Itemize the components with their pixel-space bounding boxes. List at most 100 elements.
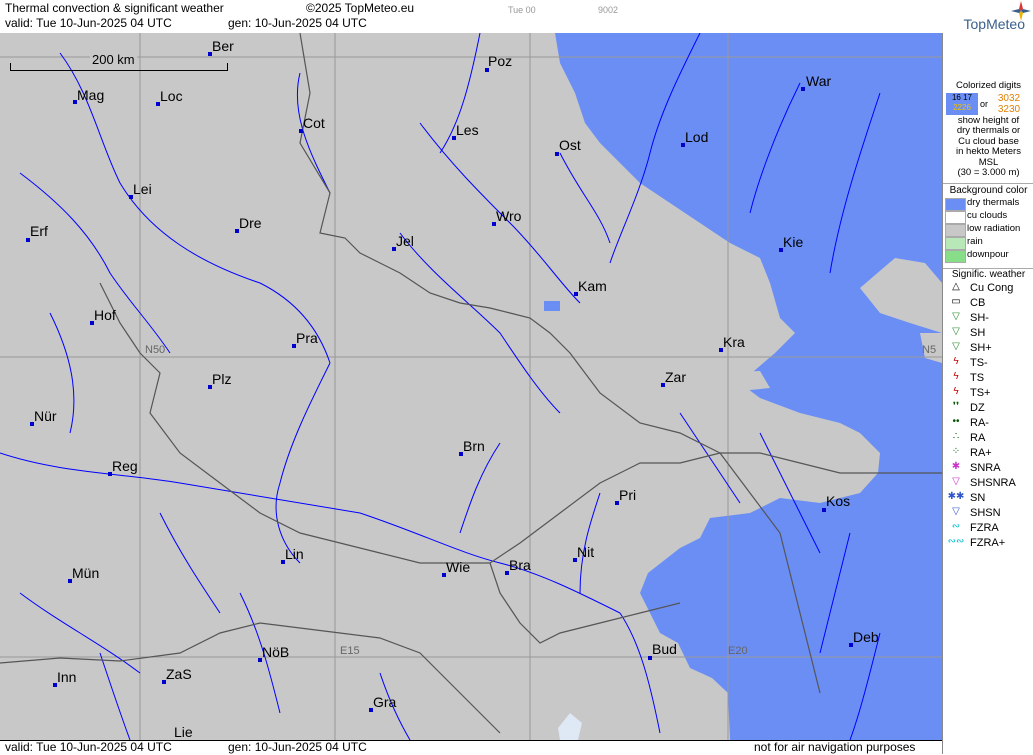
map-code: 9002: [598, 5, 619, 15]
colorized-digits-section: Colorized digits 16 17 2226 or 3032 3230…: [943, 80, 1033, 179]
weather-legend-item: ▭ CB: [943, 296, 1033, 311]
showers-light-icon: ▽: [952, 310, 960, 322]
city-marker: [801, 87, 805, 91]
city-label: Dre: [239, 215, 262, 231]
snow-rain-showers-icon: ▽: [952, 475, 960, 487]
map-title: Thermal convection & significant weather: [5, 1, 224, 15]
bg-legend-label: cu clouds: [967, 209, 1008, 221]
map-footer: valid: Tue 10-Jun-2025 04 UTC gen: 10-Ju…: [0, 740, 942, 755]
city-label: Reg: [112, 458, 138, 474]
weather-legend-label: TS: [970, 371, 985, 384]
city-label: Poz: [488, 53, 513, 69]
bg-legend-item: rain: [943, 235, 1033, 250]
snow-rain-icon: ✱: [951, 460, 961, 472]
city-label: Ost: [559, 137, 581, 153]
weather-legend-item: △ Cu Cong: [943, 281, 1033, 296]
weather-legend-label: TS+: [970, 386, 991, 399]
rain-heavy-icon: ⁘: [951, 445, 961, 457]
navigation-disclaimer: not for air navigation purposes: [754, 740, 916, 754]
footer-generated-time: gen: 10-Jun-2025 04 UTC: [228, 740, 367, 754]
weather-legend-label: CB: [970, 296, 986, 309]
colorized-digits-title: Colorized digits: [956, 80, 1021, 91]
city-label: Plz: [212, 371, 232, 387]
city-label: Hof: [94, 307, 116, 323]
bg-legend-label: low radiation: [967, 222, 1021, 234]
city-label: Mag: [77, 87, 105, 103]
city-label: Inn: [57, 669, 77, 685]
city-label: Bra: [509, 557, 531, 573]
city-label: Zar: [665, 369, 686, 385]
freezing-rain-heavy-icon: ∾∾: [947, 535, 965, 547]
weather-legend-item: ∾∾ FZRA+: [943, 536, 1033, 551]
bg-legend-item: low radiation: [943, 222, 1033, 237]
thunderstorm-icon: ϟ: [953, 370, 959, 382]
weather-legend-item: ϟ TS-: [943, 356, 1033, 371]
color-swatch: [945, 249, 966, 263]
city-label: ZaS: [166, 666, 192, 682]
city-label: Ber: [212, 38, 234, 54]
freezing-rain-icon: ∾: [951, 520, 961, 532]
weather-legend-label: TS-: [970, 356, 988, 369]
weather-legend-item: ▽ SHSN: [943, 506, 1033, 521]
weather-legend-label: RA-: [970, 416, 989, 429]
bg-legend-item: downpour: [943, 248, 1033, 263]
weather-legend-label: SN: [970, 491, 986, 504]
bg-legend-label: rain: [967, 235, 983, 247]
city-label: Erf: [30, 223, 48, 239]
city-label: Kie: [783, 234, 804, 250]
bg-legend-label: downpour: [967, 248, 1009, 260]
weather-legend-label: SNRA: [970, 461, 1001, 474]
generated-time: gen: 10-Jun-2025 04 UTC: [228, 16, 367, 30]
weather-legend-item: ⁘ RA+: [943, 446, 1033, 461]
weather-legend-label: FZRA: [970, 521, 999, 534]
city-label: Kam: [578, 278, 607, 294]
topmeteo-logo[interactable]: TopMeteo: [942, 0, 1033, 33]
weather-legend-label: FZRA+: [970, 536, 1006, 549]
drizzle-icon: ❜❜: [952, 400, 960, 412]
city-label: Kos: [826, 493, 851, 509]
weather-legend-item: ϟ TS: [943, 371, 1033, 386]
city-label: Pri: [619, 487, 637, 503]
weather-legend-item: ▽ SH: [943, 326, 1033, 341]
weather-legend-label: SHSNRA: [970, 476, 1016, 489]
bg-legend-label: dry thermals: [967, 196, 1020, 208]
city-label: Wie: [446, 559, 471, 575]
weather-legend-item: ϟ TS+: [943, 386, 1033, 401]
weather-legend-item: ▽ SH+: [943, 341, 1033, 356]
weather-map[interactable]: 200 km N50 E15 N5 Ber Poz War Mag Loc Co…: [0, 33, 942, 740]
significant-weather-section: Signific. weather △ Cu Cong ▭ CB ▽ SH- ▽ SH ▽ SH+…: [943, 269, 1033, 561]
showers-icon: ▽: [952, 325, 960, 337]
rain-light-icon: ••: [952, 415, 960, 427]
city-label: Lei: [133, 181, 152, 197]
brand-name: TopMeteo: [963, 16, 1025, 32]
map-canvas: [0, 33, 942, 740]
showers-heavy-icon: ▽: [952, 340, 960, 352]
city-label: Nit: [577, 544, 595, 560]
weather-legend-item: ▽ SHSNRA: [943, 476, 1033, 491]
city-label: War: [806, 73, 832, 89]
copyright: ©2025 TopMeteo.eu: [306, 1, 415, 15]
city-label: Nür: [34, 408, 57, 424]
background-color-section: Background color dry thermals cu clouds lo…: [943, 185, 1033, 267]
city-label: NöB: [262, 644, 290, 660]
city-label: Pra: [296, 330, 318, 346]
city-label: Cot: [303, 115, 325, 131]
valid-time: valid: Tue 10-Jun-2025 04 UTC: [5, 16, 172, 30]
digits-sample-cu: 3032 3230: [997, 92, 1021, 115]
weather-legend-label: SHSN: [970, 506, 1001, 519]
city-label: Deb: [853, 629, 879, 645]
weather-legend-label: SH-: [970, 311, 989, 324]
weather-legend-label: RA+: [970, 446, 992, 459]
scale-label: 200 km: [90, 52, 137, 67]
grid-label-e20: E20: [728, 645, 748, 657]
weather-legend-item: ∾ FZRA: [943, 521, 1033, 536]
rain-icon: ∴: [952, 430, 960, 442]
digits-sample-dry: 16 17 2226: [946, 92, 978, 115]
city-label: Gra: [373, 694, 397, 710]
weather-legend-label: SH+: [970, 341, 992, 354]
weather-legend-item: ✱✱ SN: [943, 491, 1033, 506]
weather-legend-label: SH: [970, 326, 986, 339]
snow-showers-icon: ▽: [952, 505, 960, 517]
city-label: Bud: [652, 641, 677, 657]
snow-icon: ✱✱: [947, 490, 965, 502]
